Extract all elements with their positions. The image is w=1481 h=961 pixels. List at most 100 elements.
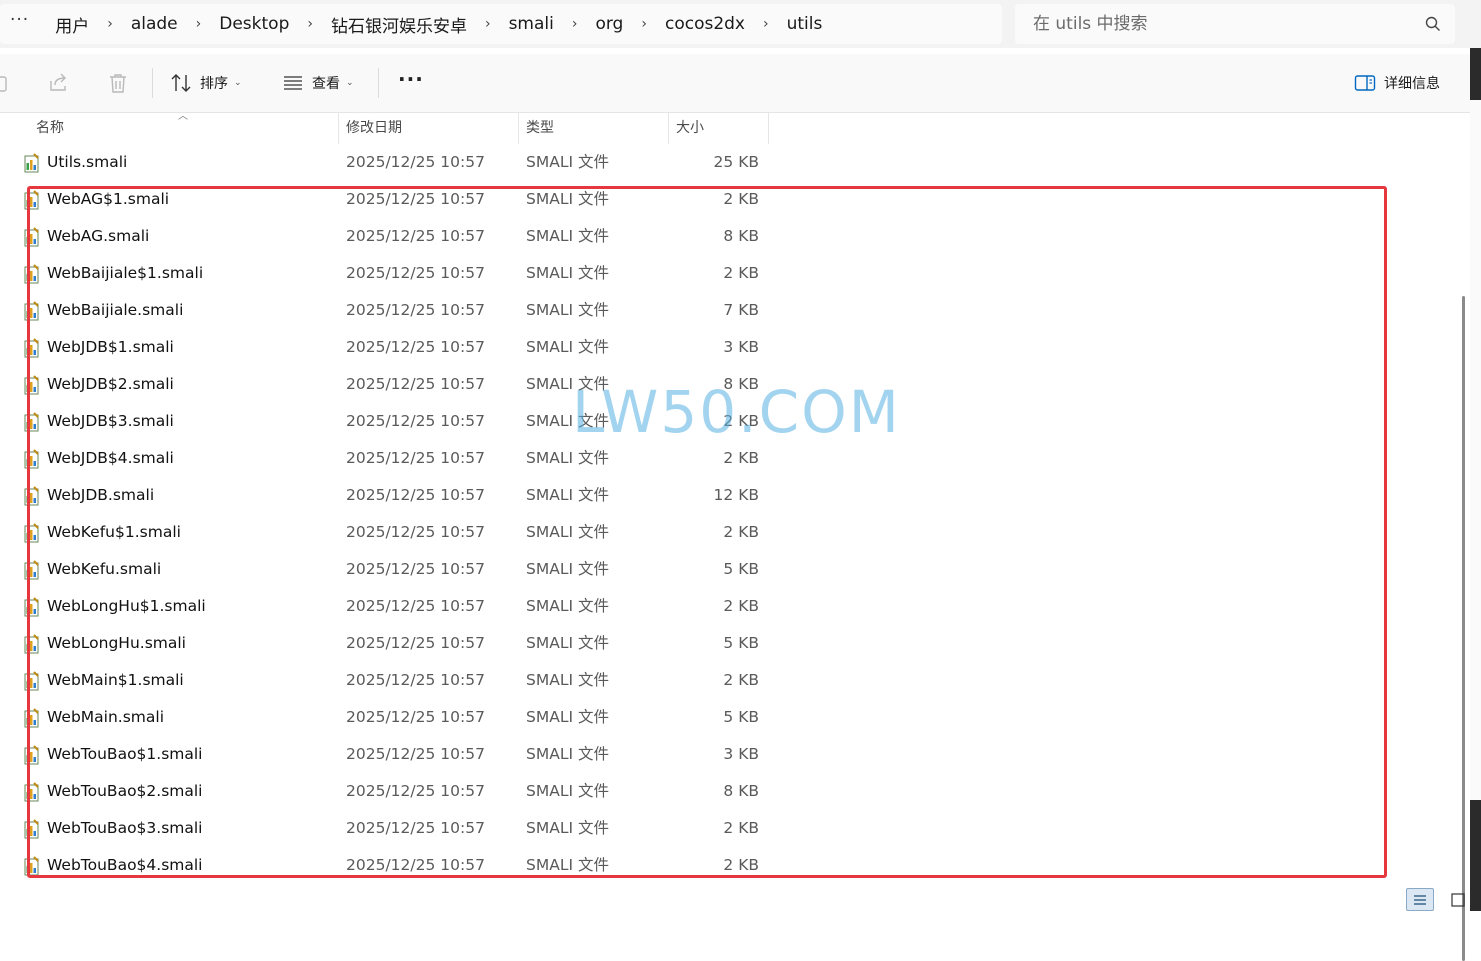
file-name: WebKefu.smali <box>47 560 162 578</box>
more-icon: ··· <box>398 67 424 91</box>
file-row[interactable]: WebTouBao$2.smali 2025/12/25 10:57 SMALI 文… <box>0 773 1460 810</box>
smali-file-icon <box>24 745 39 765</box>
file-name: WebTouBao$4.smali <box>47 856 203 874</box>
smali-file-icon <box>24 634 39 654</box>
smali-file-icon <box>24 227 39 247</box>
file-row[interactable]: WebBaijiale$1.smali 2025/12/25 10:57 SMALI… <box>0 255 1460 292</box>
file-date: 2025/12/25 10:57 <box>346 301 485 319</box>
file-row[interactable]: WebTouBao$4.smali 2025/12/25 10:57 SMALI 文… <box>0 847 1460 884</box>
column-header-date[interactable]: 修改日期 <box>338 113 518 144</box>
file-name: WebLongHu.smali <box>47 634 186 652</box>
breadcrumb-item[interactable]: 钻石银河娱乐安卓 <box>319 12 479 37</box>
file-row[interactable]: WebLongHu.smali 2025/12/25 10:57 SMALI 文件 5… <box>0 625 1460 662</box>
more-options-button[interactable]: ··· <box>398 54 424 112</box>
file-size: 2 KB <box>723 671 759 689</box>
file-type: SMALI 文件 <box>526 375 609 393</box>
smali-file-icon <box>24 190 39 210</box>
share-button[interactable] <box>47 54 69 112</box>
file-date: 2025/12/25 10:57 <box>346 153 485 171</box>
view-button[interactable]: 查看 ⌄ <box>282 54 354 112</box>
details-pane-button[interactable]: 详细信息 <box>1354 54 1440 112</box>
file-row[interactable]: WebTouBao$1.smali 2025/12/25 10:57 SMALI 文… <box>0 736 1460 773</box>
file-size: 25 KB <box>713 153 759 171</box>
delete-button[interactable] <box>107 54 129 112</box>
file-date: 2025/12/25 10:57 <box>346 819 485 837</box>
search-input[interactable] <box>1015 13 1425 35</box>
column-header-size[interactable]: 大小 <box>668 113 768 144</box>
file-name: WebTouBao$3.smali <box>47 819 203 837</box>
file-type: SMALI 文件 <box>526 227 609 245</box>
file-date: 2025/12/25 10:57 <box>346 227 485 245</box>
file-size: 5 KB <box>723 634 759 652</box>
file-date: 2025/12/25 10:57 <box>346 449 485 467</box>
column-header-name[interactable]: 名称 <box>28 113 338 144</box>
file-row[interactable]: WebJDB$2.smali 2025/12/25 10:57 SMALI 文件 8 … <box>0 366 1460 403</box>
breadcrumb-item[interactable]: smali <box>497 14 566 34</box>
file-type: SMALI 文件 <box>526 782 609 800</box>
chevron-right-icon[interactable]: › <box>301 16 319 32</box>
file-row[interactable]: WebJDB.smali 2025/12/25 10:57 SMALI 文件 12 K… <box>0 477 1460 514</box>
tiles-view-icon <box>1451 892 1465 907</box>
breadcrumb-item[interactable]: utils <box>775 14 835 34</box>
breadcrumb-item[interactable]: cocos2dx <box>653 14 757 34</box>
file-date: 2025/12/25 10:57 <box>346 338 485 356</box>
chevron-down-icon: ⌄ <box>234 78 242 88</box>
chevron-right-icon[interactable]: › <box>757 16 775 32</box>
file-name: WebLongHu$1.smali <box>47 597 206 615</box>
file-row[interactable]: WebKefu$1.smali 2025/12/25 10:57 SMALI 文件 2… <box>0 514 1460 551</box>
breadcrumb-item[interactable]: Desktop <box>207 14 301 34</box>
file-row[interactable]: WebAG$1.smali 2025/12/25 10:57 SMALI 文件 2 K… <box>0 181 1460 218</box>
breadcrumb-item[interactable]: org <box>583 14 635 34</box>
smali-file-icon <box>24 412 39 432</box>
file-name: WebBaijiale.smali <box>47 301 184 319</box>
sort-button[interactable]: 排序 ⌄ <box>170 54 242 112</box>
file-row[interactable]: WebLongHu$1.smali 2025/12/25 10:57 SMALI 文… <box>0 588 1460 625</box>
search-icon[interactable] <box>1425 16 1441 32</box>
smali-file-icon <box>24 597 39 617</box>
chevron-right-icon[interactable]: › <box>190 16 208 32</box>
file-row[interactable]: WebTouBao$3.smali 2025/12/25 10:57 SMALI 文… <box>0 810 1460 847</box>
chevron-right-icon[interactable]: › <box>101 16 119 32</box>
search-box[interactable] <box>1015 4 1455 44</box>
details-label: 详细信息 <box>1384 76 1440 92</box>
file-row[interactable]: WebMain$1.smali 2025/12/25 10:57 SMALI 文件 2… <box>0 662 1460 699</box>
file-type: SMALI 文件 <box>526 264 609 282</box>
file-name: WebMain$1.smali <box>47 671 184 689</box>
file-size: 12 KB <box>713 486 759 504</box>
tiles-view-button[interactable] <box>1444 888 1472 911</box>
file-row[interactable]: WebKefu.smali 2025/12/25 10:57 SMALI 文件 5 K… <box>0 551 1460 588</box>
copy-button[interactable] <box>0 54 10 112</box>
file-row[interactable]: WebJDB$1.smali 2025/12/25 10:57 SMALI 文件 3 … <box>0 329 1460 366</box>
chevron-right-icon[interactable]: › <box>479 16 497 32</box>
column-header-type[interactable]: 类型 <box>518 113 668 144</box>
file-name: WebJDB$4.smali <box>47 449 174 467</box>
file-row[interactable]: Utils.smali 2025/12/25 10:57 SMALI 文件 25 KB <box>0 144 1460 181</box>
file-row[interactable]: WebAG.smali 2025/12/25 10:57 SMALI 文件 8 KB <box>0 218 1460 255</box>
file-date: 2025/12/25 10:57 <box>346 745 485 763</box>
file-size: 2 KB <box>723 523 759 541</box>
file-row[interactable]: WebJDB$4.smali 2025/12/25 10:57 SMALI 文件 2 … <box>0 440 1460 477</box>
toolbar-divider <box>378 68 379 98</box>
file-size: 3 KB <box>723 338 759 356</box>
scrollbar-thumb[interactable] <box>1462 296 1465 961</box>
details-view-button[interactable] <box>1406 888 1434 911</box>
breadcrumb-item[interactable]: alade <box>119 14 190 34</box>
vertical-scrollbar[interactable] <box>1460 113 1470 961</box>
smali-file-icon <box>24 486 39 506</box>
smali-file-icon <box>24 671 39 691</box>
smali-file-icon <box>24 301 39 321</box>
sort-label: 排序 <box>200 76 228 92</box>
breadcrumb-overflow-button[interactable]: ··· <box>0 10 43 30</box>
file-type: SMALI 文件 <box>526 634 609 652</box>
file-size: 2 KB <box>723 856 759 874</box>
file-row[interactable]: WebBaijiale.smali 2025/12/25 10:57 SMALI 文… <box>0 292 1460 329</box>
file-row[interactable]: WebJDB$3.smali 2025/12/25 10:57 SMALI 文件 2 … <box>0 403 1460 440</box>
file-type: SMALI 文件 <box>526 523 609 541</box>
file-size: 2 KB <box>723 190 759 208</box>
chevron-right-icon[interactable]: › <box>566 16 584 32</box>
file-size: 2 KB <box>723 597 759 615</box>
chevron-right-icon[interactable]: › <box>635 16 653 32</box>
file-row[interactable]: WebMain.smali 2025/12/25 10:57 SMALI 文件 5 K… <box>0 699 1460 736</box>
breadcrumb-item[interactable]: 用户 <box>43 12 101 37</box>
file-name: Utils.smali <box>47 153 128 171</box>
